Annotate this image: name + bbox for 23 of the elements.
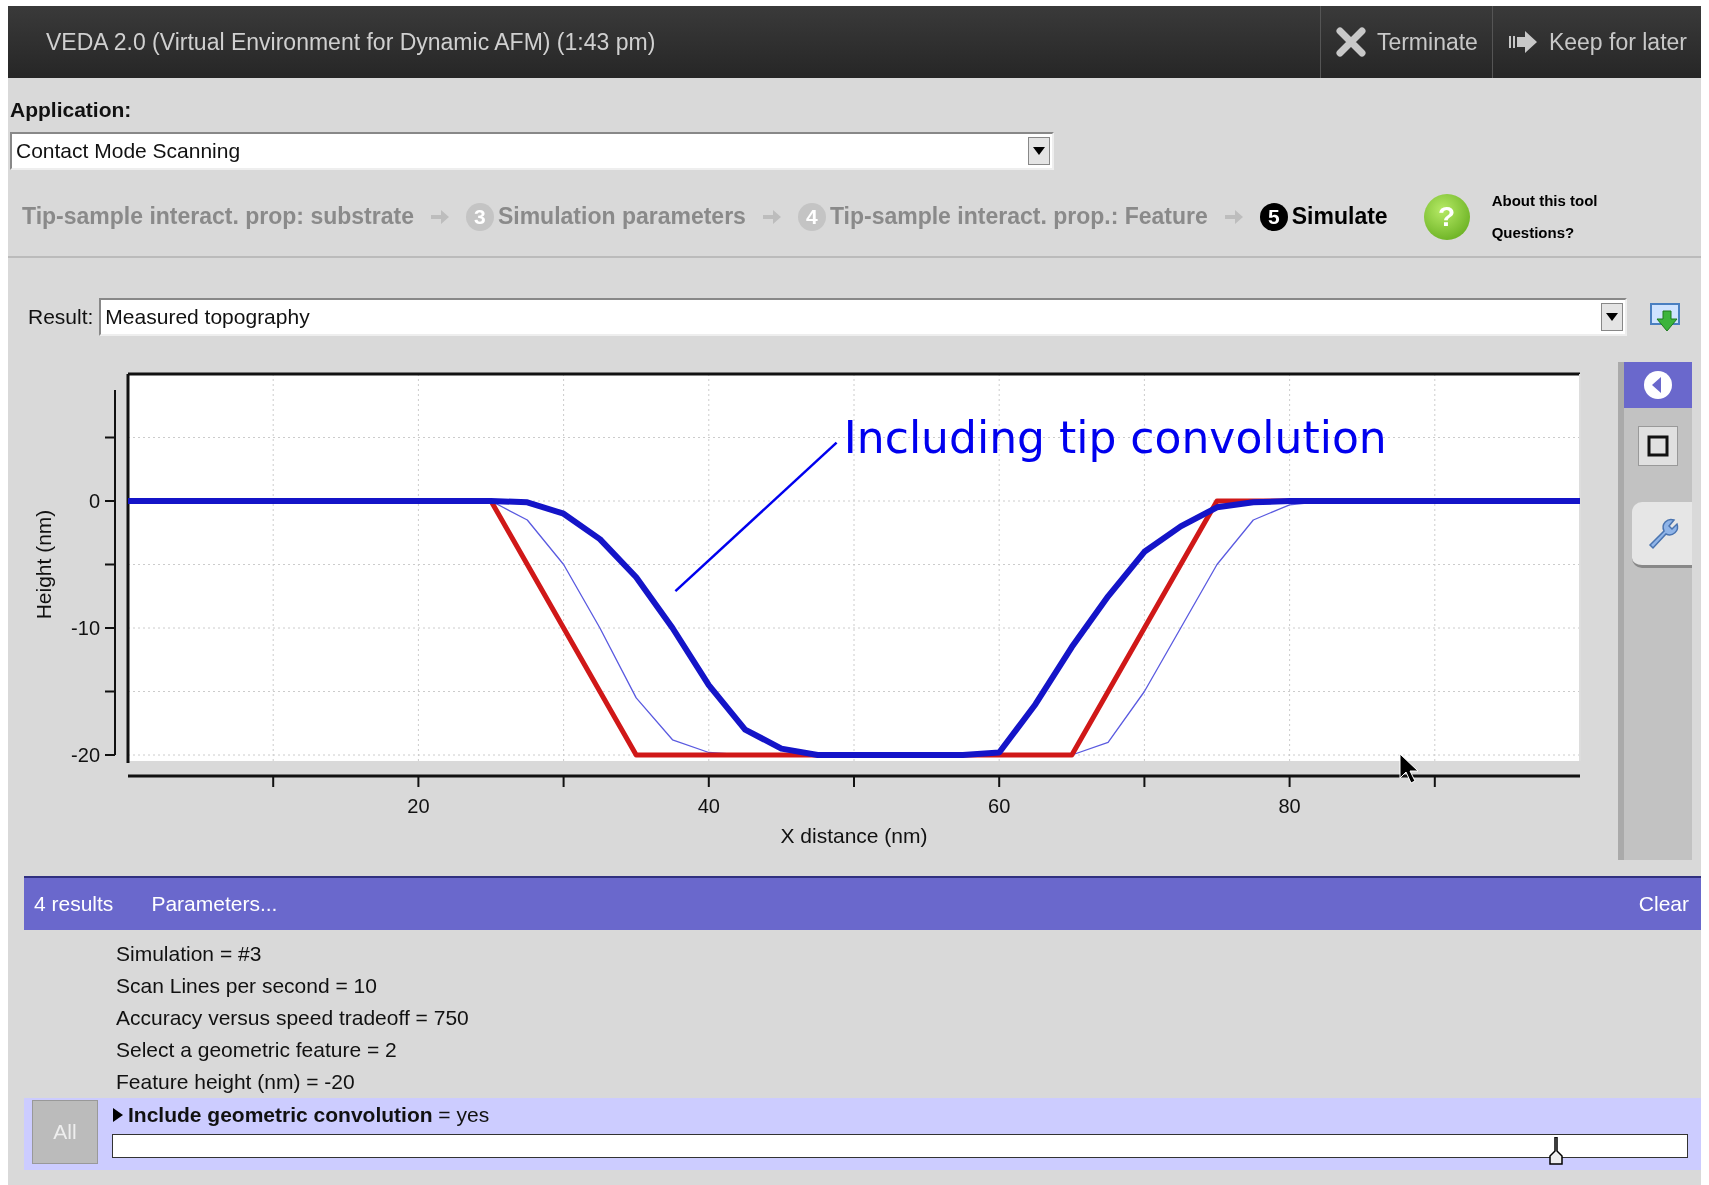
- parameter-text: Feature height (nm) = -20: [116, 1068, 356, 1095]
- parameter-text: Include geometric convolution = yes: [128, 1101, 490, 1128]
- tick-label: -10: [71, 616, 100, 639]
- tick-label: 40: [697, 794, 720, 817]
- parameter-text: Accuracy versus speed tradeoff = 750: [116, 1004, 470, 1031]
- results-count: 4 results: [34, 890, 114, 917]
- axis-title: X distance (nm): [780, 823, 928, 847]
- tick-label: -20: [71, 743, 100, 766]
- window-title: VEDA 2.0 (Virtual Environment for Dynamic AFM) (1:43 pm): [45, 27, 657, 57]
- step-number-badge: 5: [1259, 202, 1288, 231]
- step-number-badge: 3: [465, 202, 494, 231]
- application-label: Application:: [9, 97, 133, 123]
- annotation-text: Including tip convolution: [843, 411, 1387, 462]
- parameter-text: Scan Lines per second = 10: [116, 972, 378, 999]
- step-number-badge: 4: [797, 202, 826, 231]
- parameter-text: Select a geometric feature = 2: [116, 1036, 398, 1063]
- axis-title: Height (nm): [32, 509, 55, 619]
- tick-label: 80: [1278, 794, 1301, 817]
- result-label: Result:: [28, 303, 94, 330]
- tick-label: 20: [407, 794, 430, 817]
- tick-label: 0: [88, 489, 100, 512]
- tick-label: 60: [988, 794, 1011, 817]
- parameter-text: Simulation = #3: [116, 940, 263, 967]
